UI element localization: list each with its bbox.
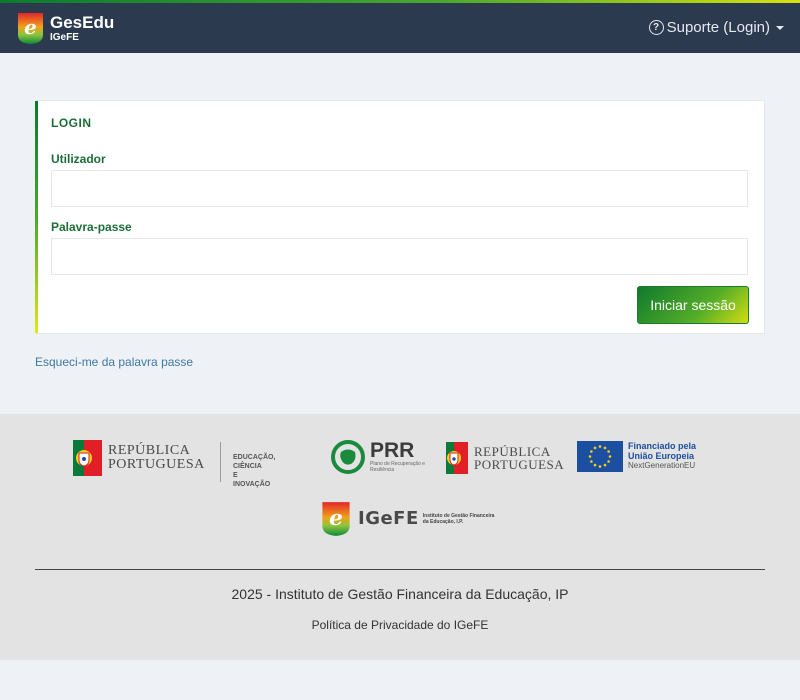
login-title: LOGIN — [51, 116, 92, 130]
igefe-name: IGeFE — [358, 508, 419, 529]
top-navbar: e GesEdu IGeFE ? Suporte (Login) — [0, 3, 800, 53]
eu-flag-icon — [577, 441, 623, 472]
svg-text:e: e — [24, 15, 37, 39]
caret-down-icon — [776, 25, 784, 30]
brand[interactable]: e GesEdu IGeFE — [16, 11, 114, 45]
eu-line3: NextGenerationEU — [628, 461, 696, 470]
svg-text:e: e — [329, 506, 343, 531]
ministry-line2: E INOVAÇÃO — [233, 472, 271, 488]
igefe-subtitle: Instituto de Gestão Financeira da Educaç… — [422, 512, 495, 525]
eu-line2: União Europeia — [628, 451, 695, 461]
card-accent-bar — [35, 101, 38, 333]
brand-name: GesEdu — [50, 12, 115, 32]
prr-title: PRR — [370, 439, 415, 462]
login-button[interactable]: Iniciar sessão — [637, 286, 749, 324]
portugal-shield-icon-2 — [446, 442, 468, 474]
gesedu-logo-icon: e — [18, 13, 43, 44]
republica-portuguesa-education-logo: REPÚBLICA PORTUGUESA EDUCAÇÃO, CIÊNCIA E… — [73, 440, 275, 488]
rp2-line2: PORTUGUESA — [474, 457, 565, 472]
rp-line1: REPÚBLICA — [108, 443, 191, 458]
username-label: Utilizador — [51, 152, 106, 166]
username-input[interactable] — [51, 170, 748, 207]
footer-divider — [35, 569, 765, 570]
footer: REPÚBLICA PORTUGUESA EDUCAÇÃO, CIÊNCIA E… — [0, 414, 800, 660]
eu-line1: Financiado pela — [628, 441, 697, 451]
privacy-policy-link[interactable]: Política de Privacidade do IGeFE — [0, 618, 800, 632]
ministry-line1: EDUCAÇÃO, CIÊNCIA — [233, 454, 276, 470]
brand-subtitle: IGeFE — [50, 31, 79, 43]
igefe-emblem-icon: e — [322, 502, 350, 536]
password-input[interactable] — [51, 238, 748, 275]
prr-logo: PRR Plano de Recuperação e Resiliência — [331, 440, 430, 474]
portugal-shield-icon — [73, 440, 102, 476]
rp-line2: PORTUGUESA — [108, 457, 205, 472]
igefe-logo: e IGeFE Instituto de Gestão Financeira d… — [320, 500, 495, 537]
ministry-label: EDUCAÇÃO, CIÊNCIA E INOVAÇÃO — [220, 442, 276, 488]
password-label: Palavra-passe — [51, 220, 132, 234]
partner-logos: REPÚBLICA PORTUGUESA EDUCAÇÃO, CIÊNCIA E… — [0, 436, 800, 488]
republica-portuguesa-logo: REPÚBLICA PORTUGUESA — [446, 442, 564, 474]
support-label: Suporte (Login) — [666, 19, 770, 36]
forgot-password-link[interactable]: Esqueci-me da palavra passe — [35, 355, 193, 369]
support-dropdown[interactable]: ? Suporte (Login) — [648, 19, 784, 36]
prr-emblem-icon — [331, 440, 365, 474]
question-circle-icon: ? — [648, 20, 664, 35]
prr-subtitle: Plano de Recuperação e Resiliência — [370, 461, 426, 473]
copyright-text: 2025 - Instituto de Gestão Financeira da… — [231, 586, 569, 602]
login-card: LOGIN Utilizador Palavra-passe Iniciar s… — [35, 100, 765, 334]
eu-funding-logo: Financiado pela União Europeia NextGener… — [577, 441, 696, 472]
